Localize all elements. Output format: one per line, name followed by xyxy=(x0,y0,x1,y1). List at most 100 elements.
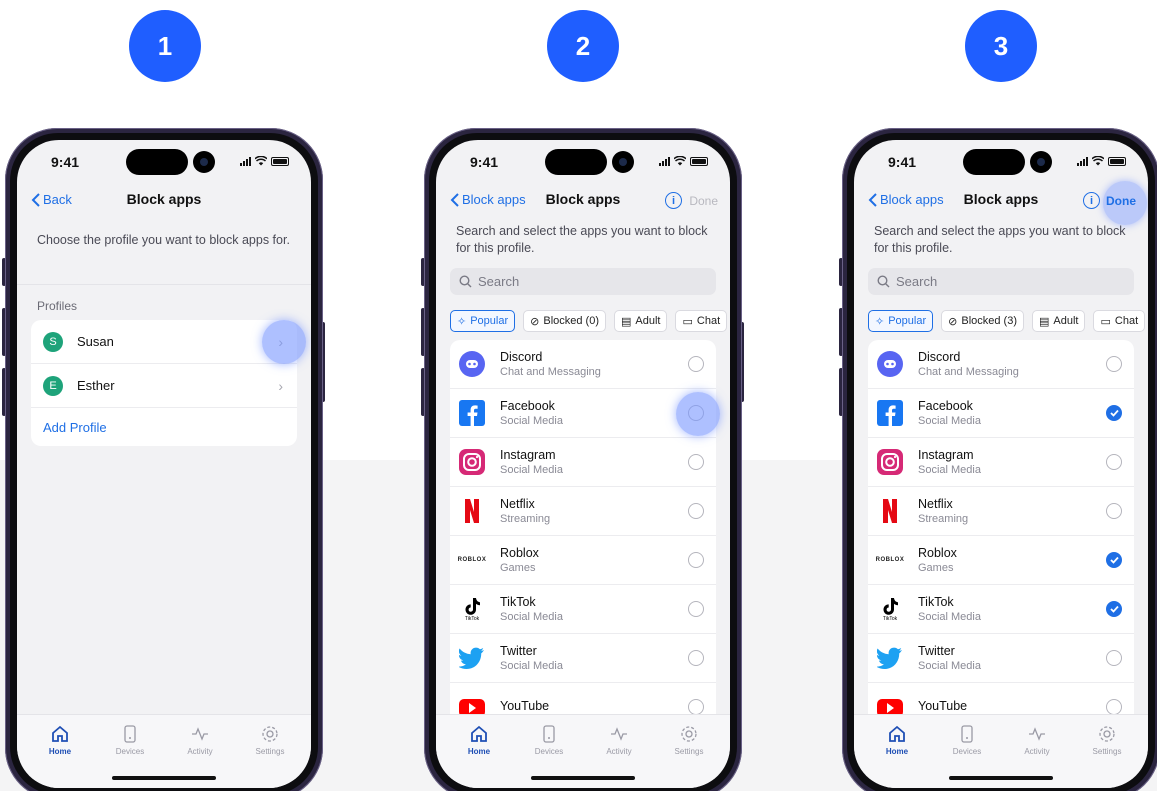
tab-activity[interactable]: Activity xyxy=(170,725,230,756)
adult-icon: ▤ xyxy=(621,315,632,328)
tab-label: Settings xyxy=(674,747,704,756)
select-radio[interactable] xyxy=(1106,650,1122,666)
app-row-tiktok[interactable]: TikTok TikTok Social Media xyxy=(868,585,1134,634)
info-icon[interactable]: i xyxy=(1083,192,1100,209)
app-list: Discord Chat and Messaging Facebook Social … xyxy=(450,340,716,732)
screen-app-selected: 9:41 Block apps Block apps i Done Search… xyxy=(854,140,1148,788)
app-row-twitter[interactable]: Twitter Social Media xyxy=(868,634,1134,683)
app-category: Chat and Messaging xyxy=(918,366,1019,378)
tab-devices[interactable]: Devices xyxy=(937,725,997,756)
app-row-instagram[interactable]: Instagram Social Media xyxy=(450,438,716,487)
app-text: Instagram Social Media xyxy=(500,448,563,476)
profile-row-susan[interactable]: S Susan › xyxy=(31,320,297,364)
app-row-twitter[interactable]: Twitter Social Media xyxy=(450,634,716,683)
select-radio[interactable] xyxy=(1106,356,1122,372)
netflix-icon xyxy=(456,495,488,527)
search-icon xyxy=(877,275,890,288)
select-radio[interactable] xyxy=(688,650,704,666)
adult-icon: ▤ xyxy=(1039,315,1050,328)
wifi-icon xyxy=(674,156,686,166)
divider xyxy=(17,284,311,285)
select-radio[interactable] xyxy=(688,699,704,715)
tab-home[interactable]: Home xyxy=(867,725,927,756)
chip-popular[interactable]: ✧ Popular xyxy=(868,310,934,332)
chip-blocked[interactable]: ⊘ Blocked (0) xyxy=(523,310,606,332)
chip-adult[interactable]: ▤ Adult xyxy=(1032,310,1086,332)
tab-activity[interactable]: Activity xyxy=(589,725,649,756)
select-radio[interactable] xyxy=(688,601,704,617)
page-title: Block apps xyxy=(545,191,621,207)
search-input[interactable]: Search xyxy=(450,268,716,295)
app-row-discord[interactable]: Discord Chat and Messaging xyxy=(450,340,716,389)
chip-adult[interactable]: ▤ Adult xyxy=(614,310,668,332)
app-row-netflix[interactable]: Netflix Streaming xyxy=(450,487,716,536)
app-name: YouTube xyxy=(500,699,550,713)
devices-icon xyxy=(124,725,136,743)
status-time: 9:41 xyxy=(51,154,80,170)
avatar: E xyxy=(43,375,63,396)
system-icons xyxy=(659,156,708,166)
done-button[interactable]: Done xyxy=(689,194,718,208)
select-radio[interactable] xyxy=(688,503,704,519)
app-name: Twitter xyxy=(918,644,955,658)
app-text: Facebook Social Media xyxy=(918,399,981,427)
chip-chat[interactable]: ▭ Chat xyxy=(1093,310,1146,332)
block-icon: ⊘ xyxy=(530,315,540,328)
select-radio[interactable] xyxy=(688,356,704,372)
chat-icon: ▭ xyxy=(682,315,693,328)
select-radio[interactable] xyxy=(688,552,704,568)
select-radio[interactable] xyxy=(1106,699,1122,715)
tiktok-icon: TikTok xyxy=(874,593,906,625)
app-name: Discord xyxy=(918,350,961,364)
home-icon xyxy=(471,725,487,742)
add-profile-button[interactable]: Add Profile xyxy=(31,408,297,446)
app-row-instagram[interactable]: Instagram Social Media xyxy=(868,438,1134,487)
phone-frame-3: 9:41 Block apps Block apps i Done Search… xyxy=(842,128,1157,791)
chip-label: Blocked (0) xyxy=(543,315,599,327)
select-radio[interactable] xyxy=(1106,503,1122,519)
phone-frame-2: 9:41 Block apps Block apps i Done Search… xyxy=(424,128,742,791)
tab-devices[interactable]: Devices xyxy=(519,725,579,756)
search-placeholder: Search xyxy=(896,274,938,289)
tab-settings[interactable]: Settings xyxy=(240,725,300,756)
instagram-icon xyxy=(456,446,488,478)
chevron-right-icon: › xyxy=(278,378,283,394)
select-radio[interactable] xyxy=(1106,454,1122,470)
chip-label: Adult xyxy=(635,315,661,327)
done-button[interactable]: Done xyxy=(1106,194,1136,208)
chip-chat[interactable]: ▭ Chat xyxy=(675,310,728,332)
search-input[interactable]: Search xyxy=(868,268,1134,295)
select-radio[interactable] xyxy=(688,454,704,470)
tab-home[interactable]: Home xyxy=(449,725,509,756)
checked-radio[interactable] xyxy=(1106,405,1122,421)
status-bar: 9:41 xyxy=(854,140,1148,184)
gear-icon xyxy=(681,726,697,742)
app-category: Social Media xyxy=(918,660,981,672)
home-indicator xyxy=(531,776,635,780)
app-row-tiktok[interactable]: TikTok TikTok Social Media xyxy=(450,585,716,634)
app-row-netflix[interactable]: Netflix Streaming xyxy=(868,487,1134,536)
tab-settings[interactable]: Settings xyxy=(1077,725,1137,756)
checked-radio[interactable] xyxy=(1106,552,1122,568)
section-label: Profiles xyxy=(37,299,78,313)
profile-row-esther[interactable]: E Esther › xyxy=(31,364,297,408)
tab-settings[interactable]: Settings xyxy=(659,725,719,756)
checked-radio[interactable] xyxy=(1106,601,1122,617)
activity-icon xyxy=(611,727,627,741)
roblox-icon: ROBLOX xyxy=(875,557,905,563)
app-row-discord[interactable]: Discord Chat and Messaging xyxy=(868,340,1134,389)
app-row-roblox[interactable]: ROBLOX Roblox Games xyxy=(868,536,1134,585)
app-text: Twitter Social Media xyxy=(918,644,981,672)
info-icon[interactable]: i xyxy=(665,192,682,209)
tab-devices[interactable]: Devices xyxy=(100,725,160,756)
tab-label: Activity xyxy=(606,747,632,756)
chip-popular[interactable]: ✧ Popular xyxy=(450,310,516,332)
tab-home[interactable]: Home xyxy=(30,725,90,756)
app-name: Discord xyxy=(500,350,543,364)
chip-blocked[interactable]: ⊘ Blocked (3) xyxy=(941,310,1024,332)
tab-activity[interactable]: Activity xyxy=(1007,725,1067,756)
battery-icon xyxy=(271,156,289,166)
chip-label: Chat xyxy=(696,315,721,327)
app-row-facebook[interactable]: Facebook Social Media xyxy=(868,389,1134,438)
app-row-roblox[interactable]: ROBLOX Roblox Games xyxy=(450,536,716,585)
